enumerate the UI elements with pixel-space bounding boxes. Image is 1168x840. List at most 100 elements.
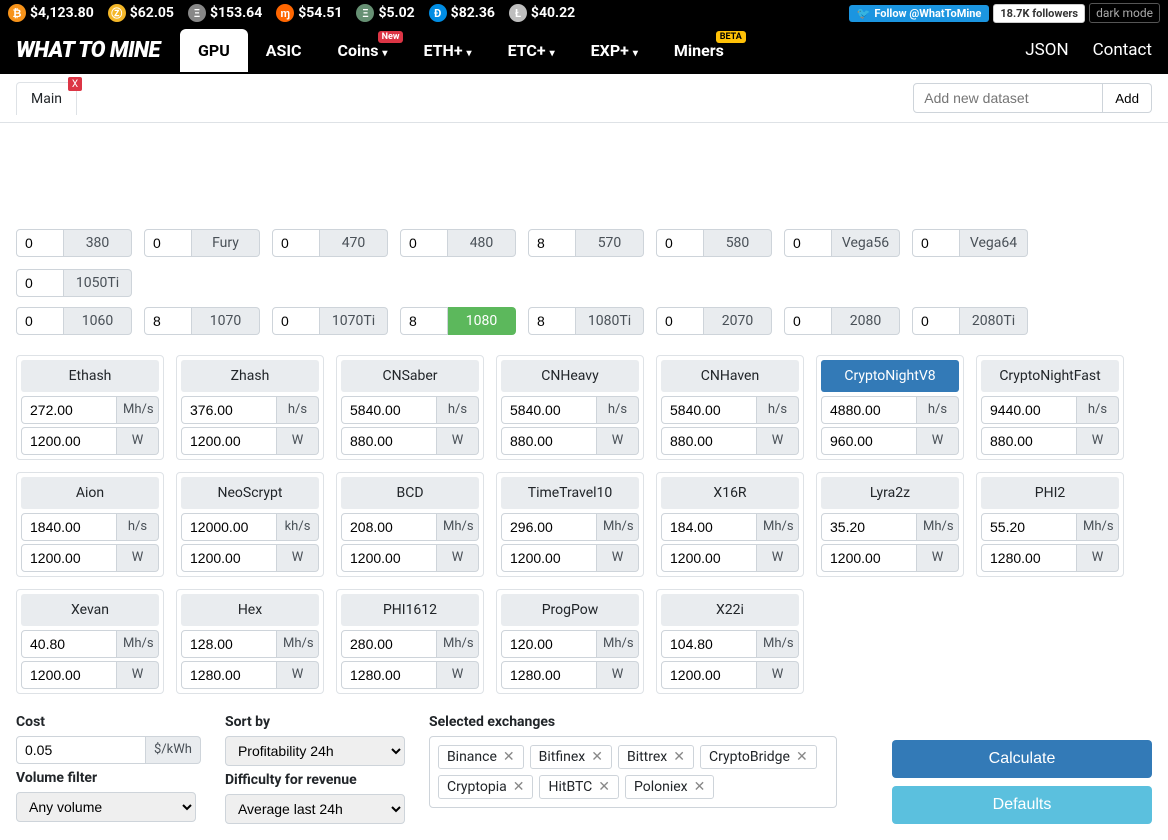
algo-toggle[interactable]: CNSaber xyxy=(341,360,479,392)
hashrate-input[interactable] xyxy=(981,513,1077,541)
hashrate-input[interactable] xyxy=(501,396,597,424)
algo-toggle[interactable]: TimeTravel10 xyxy=(501,477,639,509)
ticker-item[interactable]: Ł$40.22 xyxy=(509,4,575,22)
algo-toggle[interactable]: Hex xyxy=(181,594,319,626)
power-input[interactable] xyxy=(661,661,757,689)
ticker-item[interactable]: Ξ$5.02 xyxy=(356,4,414,22)
power-input[interactable] xyxy=(21,427,117,455)
gpu-toggle-1060[interactable]: 1060 xyxy=(64,307,132,335)
dark-mode-toggle[interactable]: dark mode xyxy=(1089,3,1160,23)
gpu-toggle-480[interactable]: 480 xyxy=(448,229,516,257)
hashrate-input[interactable] xyxy=(181,630,277,658)
nav-tab-asic[interactable]: ASIC xyxy=(248,29,320,72)
gpu-count-input[interactable] xyxy=(400,229,448,257)
power-input[interactable] xyxy=(501,427,597,455)
hashrate-input[interactable] xyxy=(661,630,757,658)
gpu-toggle-2080[interactable]: 2080 xyxy=(832,307,900,335)
gpu-count-input[interactable] xyxy=(912,229,960,257)
gpu-toggle-470[interactable]: 470 xyxy=(320,229,388,257)
power-input[interactable] xyxy=(981,427,1077,455)
hashrate-input[interactable] xyxy=(341,396,437,424)
gpu-toggle-2080Ti[interactable]: 2080Ti xyxy=(960,307,1028,335)
algo-toggle[interactable]: X16R xyxy=(661,477,799,509)
power-input[interactable] xyxy=(501,544,597,572)
power-input[interactable] xyxy=(821,427,917,455)
algo-toggle[interactable]: PHI2 xyxy=(981,477,1119,509)
hashrate-input[interactable] xyxy=(341,513,437,541)
hashrate-input[interactable] xyxy=(821,396,917,424)
site-logo[interactable]: WHAT TO MINE xyxy=(16,38,160,63)
algo-toggle[interactable]: CryptoNightFast xyxy=(981,360,1119,392)
gpu-toggle-2070[interactable]: 2070 xyxy=(704,307,772,335)
gpu-toggle-Vega56[interactable]: Vega56 xyxy=(832,229,900,257)
gpu-count-input[interactable] xyxy=(272,229,320,257)
nav-link-contact[interactable]: Contact xyxy=(1093,40,1152,60)
remove-exchange-icon[interactable]: ✕ xyxy=(503,749,515,765)
power-input[interactable] xyxy=(341,427,437,455)
algo-toggle[interactable]: Xevan xyxy=(21,594,159,626)
algo-toggle[interactable]: PHI1612 xyxy=(341,594,479,626)
dataset-tab-main[interactable]: Main X xyxy=(16,82,77,115)
gpu-count-input[interactable] xyxy=(656,307,704,335)
hashrate-input[interactable] xyxy=(501,630,597,658)
power-input[interactable] xyxy=(181,427,277,455)
gpu-count-input[interactable] xyxy=(144,307,192,335)
ticker-item[interactable]: Đ$82.36 xyxy=(429,4,495,22)
gpu-toggle-1050Ti[interactable]: 1050Ti xyxy=(64,269,132,297)
algo-toggle[interactable]: ProgPow xyxy=(501,594,639,626)
gpu-count-input[interactable] xyxy=(656,229,704,257)
gpu-toggle-1070Ti[interactable]: 1070Ti xyxy=(320,307,388,335)
hashrate-input[interactable] xyxy=(181,396,277,424)
power-input[interactable] xyxy=(821,544,917,572)
hashrate-input[interactable] xyxy=(821,513,917,541)
gpu-count-input[interactable] xyxy=(16,307,64,335)
nav-tab-coins[interactable]: Coins▾New xyxy=(320,29,406,72)
ticker-item[interactable]: ₿$4,123.80 xyxy=(8,4,94,22)
nav-tab-gpu[interactable]: GPU xyxy=(180,29,248,72)
hashrate-input[interactable] xyxy=(21,513,117,541)
gpu-count-input[interactable] xyxy=(528,307,576,335)
algo-toggle[interactable]: Ethash xyxy=(21,360,159,392)
remove-exchange-icon[interactable]: ✕ xyxy=(591,749,603,765)
remove-exchange-icon[interactable]: ✕ xyxy=(598,779,610,795)
remove-exchange-icon[interactable]: ✕ xyxy=(513,779,525,795)
nav-tab-etc+[interactable]: ETC+▾ xyxy=(490,29,573,72)
sort-by-select[interactable]: Profitability 24h xyxy=(225,736,405,766)
difficulty-select[interactable]: Average last 24h xyxy=(225,794,405,824)
hashrate-input[interactable] xyxy=(981,396,1077,424)
twitter-follower-count[interactable]: 18.7K followers xyxy=(993,4,1085,23)
gpu-toggle-380[interactable]: 380 xyxy=(64,229,132,257)
ticker-item[interactable]: ɱ$54.51 xyxy=(276,4,342,22)
hashrate-input[interactable] xyxy=(341,630,437,658)
gpu-count-input[interactable] xyxy=(16,269,64,297)
gpu-count-input[interactable] xyxy=(400,307,448,335)
twitter-follow-button[interactable]: 🐦 Follow @WhatToMine xyxy=(849,5,990,22)
gpu-toggle-1080[interactable]: 1080 xyxy=(448,307,516,335)
hashrate-input[interactable] xyxy=(181,513,277,541)
ticker-item[interactable]: Ξ$153.64 xyxy=(188,4,262,22)
power-input[interactable] xyxy=(21,661,117,689)
algo-toggle[interactable]: Lyra2z xyxy=(821,477,959,509)
cost-input[interactable] xyxy=(16,736,146,764)
power-input[interactable] xyxy=(181,661,277,689)
gpu-toggle-580[interactable]: 580 xyxy=(704,229,772,257)
ticker-item[interactable]: Ⓩ$62.05 xyxy=(108,4,174,22)
nav-tab-eth+[interactable]: ETH+▾ xyxy=(405,29,489,72)
gpu-count-input[interactable] xyxy=(272,307,320,335)
gpu-count-input[interactable] xyxy=(912,307,960,335)
gpu-toggle-1070[interactable]: 1070 xyxy=(192,307,260,335)
algo-toggle[interactable]: CryptoNightV8 xyxy=(821,360,959,392)
remove-exchange-icon[interactable]: ✕ xyxy=(694,779,706,795)
algo-toggle[interactable]: BCD xyxy=(341,477,479,509)
hashrate-input[interactable] xyxy=(661,396,757,424)
close-icon[interactable]: X xyxy=(68,77,82,91)
algo-toggle[interactable]: NeoScrypt xyxy=(181,477,319,509)
power-input[interactable] xyxy=(21,544,117,572)
hashrate-input[interactable] xyxy=(501,513,597,541)
power-input[interactable] xyxy=(661,544,757,572)
add-dataset-button[interactable]: Add xyxy=(1103,83,1152,113)
gpu-count-input[interactable] xyxy=(784,229,832,257)
algo-toggle[interactable]: Aion xyxy=(21,477,159,509)
add-dataset-input[interactable] xyxy=(913,83,1103,113)
calculate-button[interactable]: Calculate xyxy=(892,740,1152,778)
